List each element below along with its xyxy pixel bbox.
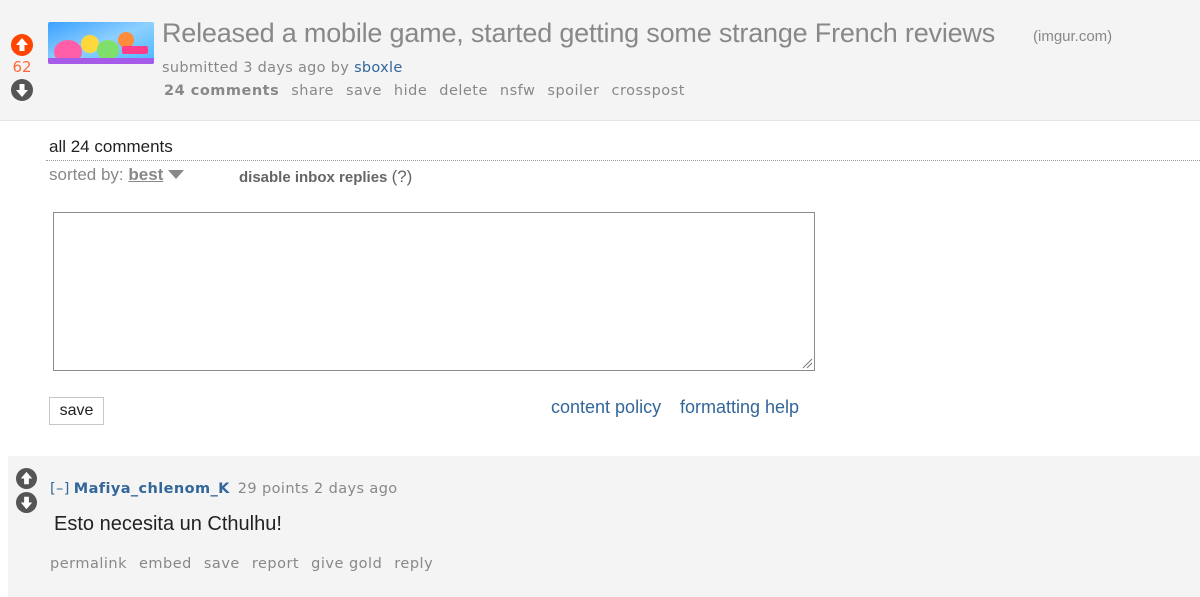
comment-body: Esto necesita un Cthulhu! <box>54 513 282 535</box>
hide-link[interactable]: hide <box>394 83 427 99</box>
share-link[interactable]: share <box>291 83 334 99</box>
sorted-label: sorted by: <box>49 165 124 184</box>
reply-link[interactable]: reply <box>394 556 433 572</box>
divider <box>46 160 1200 161</box>
comments-link[interactable]: 24 comments <box>164 83 279 99</box>
formatting-help-link[interactable]: formatting help <box>680 397 799 418</box>
save-link[interactable]: save <box>346 83 382 99</box>
nsfw-link[interactable]: nsfw <box>500 83 535 99</box>
upvote-icon[interactable] <box>16 468 37 489</box>
permalink-link[interactable]: permalink <box>50 556 127 572</box>
post-thumbnail[interactable] <box>48 22 154 64</box>
comment-textarea[interactable] <box>54 213 818 374</box>
comment-actions: permalink embed save report give gold reply <box>50 556 445 572</box>
crosspost-link[interactable]: crosspost <box>611 83 684 99</box>
comment-textarea-container <box>53 212 818 374</box>
delete-link[interactable]: delete <box>439 83 488 99</box>
resize-handle-icon[interactable] <box>801 357 813 369</box>
tagline-prefix: submitted 3 days ago by <box>162 60 350 76</box>
post-domain[interactable]: (imgur.com) <box>1033 28 1112 45</box>
comment-tagline: [–] Mafiya_chlenom_K 29 points 2 days ago <box>50 481 398 497</box>
sort-menu: sorted by: best <box>49 165 185 185</box>
post-author-link[interactable]: sboxle <box>354 60 403 76</box>
post-score: 62 <box>12 58 32 76</box>
content-policy-link[interactable]: content policy <box>551 397 661 418</box>
sort-dropdown[interactable]: best <box>128 165 163 184</box>
post-vote-column: 62 <box>11 34 35 101</box>
embed-link[interactable]: embed <box>139 556 192 572</box>
post-title[interactable]: Released a mobile game, started getting … <box>162 18 995 49</box>
downvote-icon[interactable] <box>11 79 33 101</box>
all-comments-heading: all 24 comments <box>49 137 173 156</box>
give-gold-link[interactable]: give gold <box>311 556 382 572</box>
chevron-down-icon[interactable] <box>168 169 185 179</box>
disable-inbox-link[interactable]: disable inbox replies <box>239 169 387 186</box>
comment-meta: 29 points 2 days ago <box>237 481 398 497</box>
disable-inbox-replies: disable inbox replies (?) <box>239 167 412 187</box>
collapse-toggle[interactable]: [–] <box>50 481 70 497</box>
upvote-icon[interactable] <box>11 34 33 56</box>
spoiler-link[interactable]: spoiler <box>547 83 599 99</box>
post-tagline: submitted 3 days ago by sboxle <box>162 60 403 76</box>
comment-author-link[interactable]: Mafiya_chlenom_K <box>74 481 230 497</box>
downvote-icon[interactable] <box>16 492 37 513</box>
post-actions: 24 comments share save hide delete nsfw spoile… <box>164 83 697 99</box>
post-header: 62 Released a mobile game, started getti… <box>0 0 1200 121</box>
report-link[interactable]: report <box>252 556 299 572</box>
comment: [–] Mafiya_chlenom_K 29 points 2 days ago … <box>8 456 1200 597</box>
help-link[interactable]: (?) <box>392 167 413 186</box>
comment-vote-column <box>16 468 40 516</box>
save-button[interactable]: save <box>49 397 104 425</box>
comment-save-link[interactable]: save <box>204 556 240 572</box>
